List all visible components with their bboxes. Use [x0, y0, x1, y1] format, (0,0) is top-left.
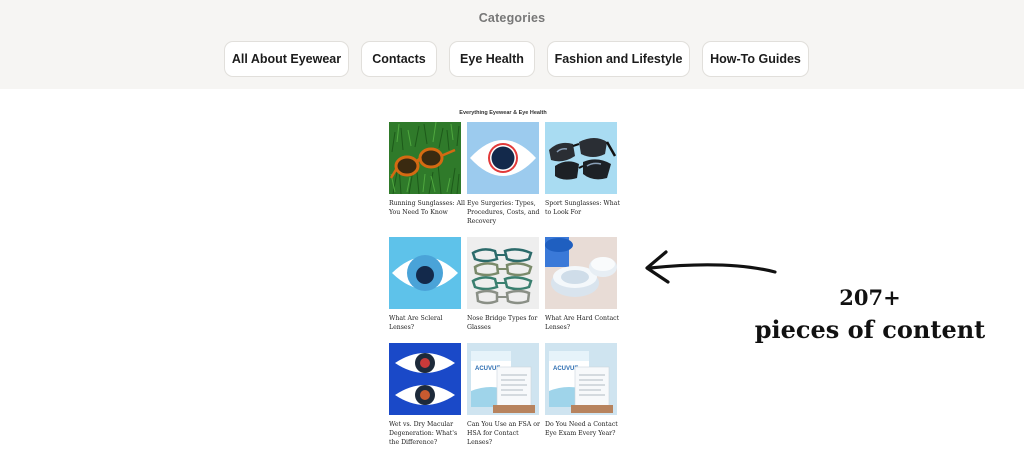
article-image-running-sunglasses[interactable]	[389, 122, 461, 194]
svg-text:ACUVUE: ACUVUE	[553, 366, 578, 372]
content-count-label: pieces of content	[754, 315, 986, 344]
article-image-eye-surgeries[interactable]	[467, 122, 539, 194]
article-image-fsa-hsa-contacts[interactable]: ACUVUE	[467, 343, 539, 415]
article-title-fsa-hsa-contacts[interactable]: Can You Use an FSA or HSA for Contact Le…	[467, 420, 543, 447]
article-title-nose-bridge-types[interactable]: Nose Bridge Types for Glasses	[467, 314, 543, 332]
article-title-running-sunglasses[interactable]: Running Sunglasses: All You Need To Know	[389, 199, 465, 217]
article-title-contact-eye-exam[interactable]: Do You Need a Contact Eye Exam Every Yea…	[545, 420, 621, 438]
article-title-macular-degeneration[interactable]: Wet vs. Dry Macular Degeneration: What's…	[389, 420, 465, 447]
article-image-scleral-lenses[interactable]	[389, 237, 461, 309]
article-title-scleral-lenses[interactable]: What Are Scleral Lenses?	[389, 314, 465, 332]
article-image-macular-degeneration[interactable]	[389, 343, 461, 415]
category-fashion-and-lifestyle[interactable]: Fashion and Lifestyle	[547, 41, 690, 77]
svg-text:ACUVUE: ACUVUE	[475, 366, 500, 372]
article-title-eye-surgeries[interactable]: Eye Surgeries: Types, Procedures, Costs,…	[467, 199, 543, 226]
category-contacts[interactable]: Contacts	[361, 41, 437, 77]
article-image-sport-sunglasses[interactable]	[545, 122, 617, 194]
hand-drawn-arrow-icon	[645, 250, 777, 284]
article-title-hard-contact-lenses[interactable]: What Are Hard Contact Lenses?	[545, 314, 621, 332]
article-image-nose-bridge-types[interactable]	[467, 237, 539, 309]
category-all-about-eyewear[interactable]: All About Eyewear	[224, 41, 349, 77]
article-image-hard-contact-lenses[interactable]	[545, 237, 617, 309]
categories-title: Categories	[478, 11, 546, 25]
article-image-contact-eye-exam[interactable]: ACUVUE	[545, 343, 617, 415]
category-how-to-guides[interactable]: How-To Guides	[702, 41, 809, 77]
content-count: 207+	[839, 285, 901, 310]
category-eye-health[interactable]: Eye Health	[449, 41, 535, 77]
content-grid-title: Everything Eyewear & Eye Health	[459, 110, 547, 116]
article-title-sport-sunglasses[interactable]: Sport Sunglasses: What to Look For	[545, 199, 621, 217]
